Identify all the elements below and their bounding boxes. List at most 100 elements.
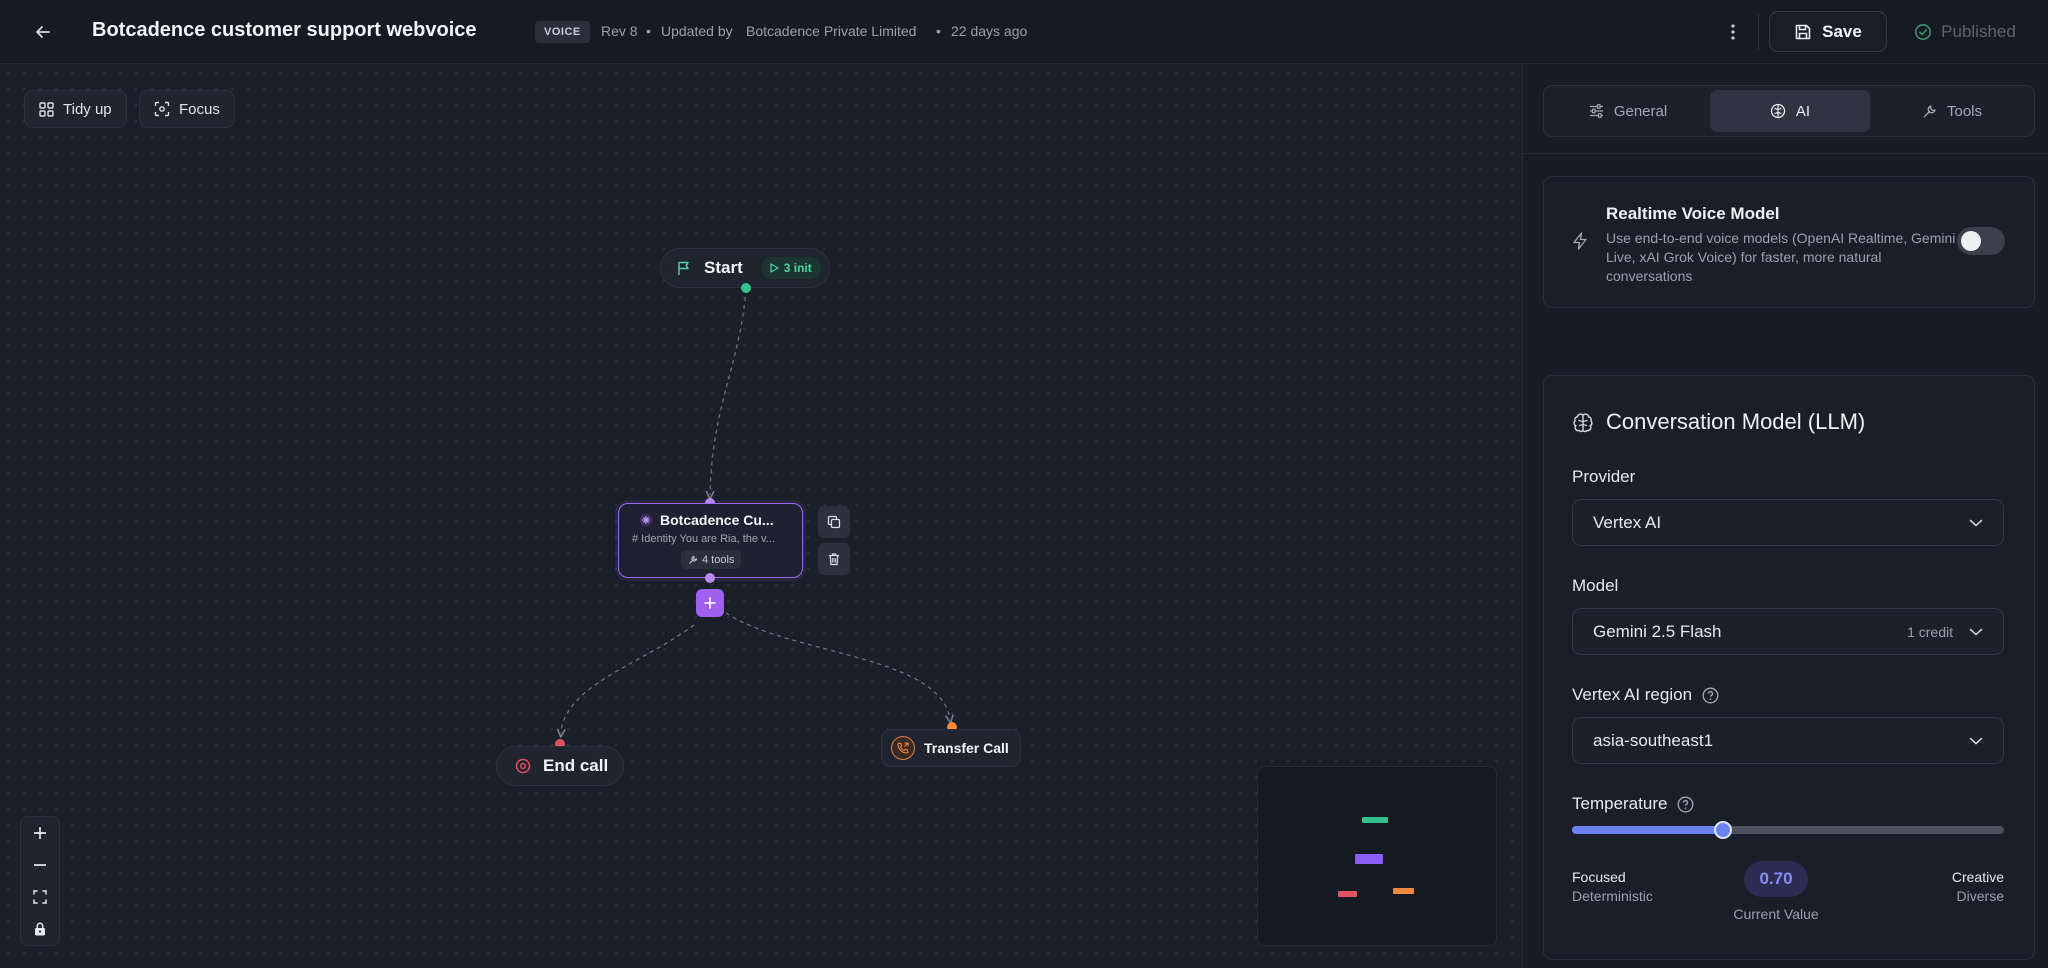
model-credit: 1 credit [1907, 623, 1953, 640]
realtime-voice-card: Realtime Voice Model Use end-to-end voic… [1543, 176, 2035, 308]
help-circle-icon[interactable] [1702, 687, 1719, 704]
save-button[interactable]: Save [1769, 11, 1887, 52]
duplicate-node-button[interactable] [818, 506, 850, 538]
arrow-left-icon [36, 26, 50, 38]
realtime-title: Realtime Voice Model [1606, 204, 1780, 223]
agent-node[interactable]: Botcadence Cu... # Identity You are Ria,… [618, 503, 803, 578]
agent-prompt-preview: # Identity You are Ria, the v... [632, 533, 775, 545]
tab-tools[interactable]: Tools [1872, 90, 2032, 132]
tools-count-pill: 4 tools [681, 550, 742, 569]
sliders-icon [1589, 104, 1603, 118]
page-title: Botcadence customer support webvoice [92, 19, 477, 41]
settings-panel: General AI Tools Realtime Voice Model Us… [1522, 65, 2048, 968]
minimap-transfer-node [1393, 888, 1414, 894]
top-bar: Botcadence customer support webvoice VOI… [0, 0, 2048, 64]
realtime-description: Use end-to-end voice models (OpenAI Real… [1606, 230, 1956, 284]
init-count: 3 init [783, 261, 812, 275]
agent-title: Botcadence Cu... [639, 512, 774, 528]
back-button[interactable] [28, 17, 58, 47]
start-node[interactable]: Start 3 init [660, 248, 830, 288]
minimap-agent-node [1355, 854, 1383, 864]
plus-icon [704, 597, 716, 609]
temperature-label-row: Temperature [1572, 794, 1694, 814]
flow-canvas[interactable]: Tidy up Focus Start 3 init Botcadence Cu… [0, 65, 1522, 968]
temperature-value: 0.70 [1744, 861, 1808, 897]
fit-view-icon [33, 890, 47, 904]
minimap-start-node [1362, 817, 1388, 823]
deterministic-label: Deterministic [1572, 888, 1653, 904]
tab-ai-label: AI [1795, 102, 1811, 120]
add-node-button[interactable] [696, 589, 724, 617]
agent-name: Botcadence Cu... [660, 512, 774, 528]
slider-fill [1572, 826, 1724, 834]
tab-general[interactable]: General [1548, 90, 1708, 132]
diverse-label: Diverse [1956, 888, 2004, 904]
check-circle-icon [1915, 23, 1932, 40]
more-vertical-icon [1731, 24, 1735, 40]
tab-tools-label: Tools [1946, 102, 1983, 120]
published-label: Published [1941, 21, 2016, 41]
toggle-knob [1961, 231, 1981, 251]
edge-agent-to-end-call [561, 624, 695, 733]
edge-agent-to-transfer [725, 612, 950, 719]
tab-ai[interactable]: AI [1710, 90, 1870, 132]
more-options-button[interactable] [1718, 17, 1748, 47]
provider-label: Provider [1572, 467, 1636, 486]
updated-by-value: Botcadence Private Limited [746, 23, 917, 39]
chevron-down-icon [1969, 737, 1983, 745]
updated-by-label: Updated by [661, 23, 733, 39]
save-icon [1795, 24, 1811, 39]
model-label: Model [1572, 576, 1619, 595]
brain-icon [1770, 103, 1786, 119]
model-select[interactable]: Gemini 2.5 Flash 1 credit [1572, 608, 2004, 655]
updated-time: 22 days ago [951, 23, 1028, 39]
region-select[interactable]: asia-southeast1 [1572, 717, 2004, 764]
revision-text: Rev 8 [601, 23, 638, 39]
temperature-label: Temperature [1572, 794, 1668, 813]
focused-label: Focused [1572, 869, 1626, 885]
agent-output-port[interactable] [705, 573, 715, 583]
llm-title: Conversation Model (LLM) [1606, 409, 1866, 434]
minimap[interactable] [1257, 766, 1497, 946]
tools-count: 4 tools [702, 553, 735, 566]
brain-icon [1573, 413, 1593, 433]
init-badge: 3 init [760, 257, 821, 279]
chevron-down-icon [1969, 519, 1983, 527]
zoom-out-button[interactable] [21, 849, 59, 881]
panel-divider [1523, 153, 2048, 154]
slider-thumb[interactable] [1714, 821, 1733, 839]
help-circle-icon[interactable] [1677, 796, 1694, 813]
copy-icon [827, 515, 841, 529]
provider-value: Vertex AI [1593, 512, 1662, 532]
start-label: Start [704, 258, 743, 277]
end-call-node[interactable]: End call [496, 746, 624, 786]
minimap-end-call-node [1338, 891, 1357, 897]
model-value: Gemini 2.5 Flash [1593, 621, 1722, 641]
zoom-in-button[interactable] [21, 817, 59, 849]
delete-node-button[interactable] [818, 543, 850, 575]
transfer-call-node[interactable]: Transfer Call [881, 729, 1021, 767]
settings-tabs: General AI Tools [1543, 85, 2035, 137]
phone-forward-icon [891, 736, 915, 760]
lock-button[interactable] [21, 913, 59, 945]
flag-icon [678, 261, 689, 275]
conversation-model-card: Conversation Model (LLM) Provider Vertex… [1543, 375, 2035, 960]
fit-view-button[interactable] [21, 881, 59, 913]
published-status: Published [1895, 11, 2035, 52]
current-value-label: Current Value [1733, 906, 1819, 922]
channel-badge: VOICE [535, 21, 590, 43]
meta-separator: • [646, 23, 651, 39]
lock-icon [35, 922, 45, 936]
end-call-label: End call [543, 756, 609, 775]
realtime-voice-toggle[interactable] [1957, 227, 2005, 255]
start-output-port[interactable] [741, 283, 751, 293]
lightning-icon [1573, 232, 1587, 250]
trash-icon [829, 553, 839, 566]
minus-icon [34, 864, 46, 866]
header-divider [1758, 14, 1759, 50]
temperature-slider[interactable] [1572, 821, 2004, 839]
tab-general-label: General [1613, 102, 1668, 120]
wrench-icon [689, 555, 698, 564]
region-label: Vertex AI region [1572, 685, 1693, 704]
provider-select[interactable]: Vertex AI [1572, 499, 2004, 546]
